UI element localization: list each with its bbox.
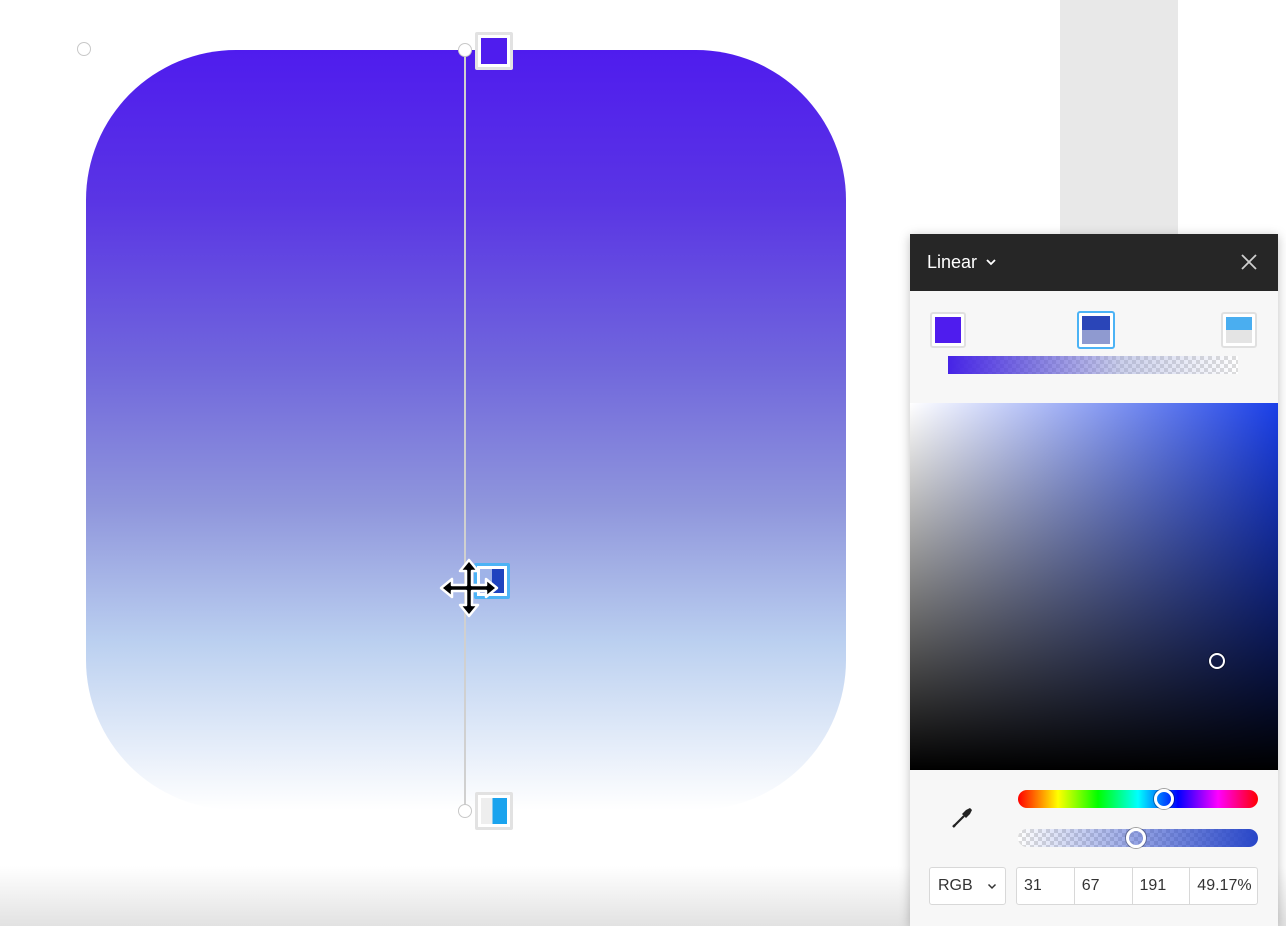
artboard-origin-handle[interactable] (77, 42, 91, 56)
color-picker-handle[interactable] (1209, 653, 1225, 669)
blue-value-input[interactable]: 191 (1133, 868, 1191, 904)
move-cursor-icon (439, 558, 499, 618)
stop-swatch-middle[interactable] (1077, 311, 1115, 349)
stop-swatch-start[interactable] (930, 312, 966, 348)
gradient-type-label: Linear (927, 251, 978, 272)
alpha-slider[interactable] (1018, 828, 1258, 848)
eyedropper-icon[interactable] (950, 804, 976, 830)
chevron-down-icon (986, 259, 996, 266)
stop-swatch-end[interactable] (1221, 312, 1257, 348)
gradient-preview-bar[interactable] (948, 356, 1238, 374)
panel-header: Linear (910, 234, 1278, 291)
close-icon[interactable] (1240, 253, 1258, 271)
gradient-end-handle[interactable] (458, 804, 472, 818)
color-mode-label: RGB (938, 877, 973, 894)
hue-slider[interactable] (1018, 789, 1258, 809)
gradient-editor-panel: Linear RGB 31 67 191 49.17% (910, 234, 1278, 926)
alpha-slider-knob[interactable] (1125, 828, 1146, 848)
alpha-value-input[interactable]: 49.17% (1190, 868, 1257, 904)
color-value-fields: 31 67 191 49.17% (1016, 867, 1258, 905)
gradient-stop-start[interactable] (475, 32, 513, 70)
green-value-input[interactable]: 67 (1075, 868, 1133, 904)
gradient-type-select[interactable]: Linear (927, 250, 997, 274)
gradient-start-handle[interactable] (458, 43, 472, 57)
color-mode-select[interactable]: RGB (929, 867, 1006, 905)
saturation-brightness-picker[interactable] (910, 403, 1278, 770)
hue-slider-knob[interactable] (1154, 789, 1175, 809)
gradient-direction-line[interactable] (464, 50, 466, 812)
rounded-rectangle-gradient-shape[interactable] (86, 50, 846, 810)
red-value-input[interactable]: 31 (1017, 868, 1075, 904)
gradient-stop-end[interactable] (475, 792, 513, 830)
chevron-down-icon (987, 883, 997, 889)
